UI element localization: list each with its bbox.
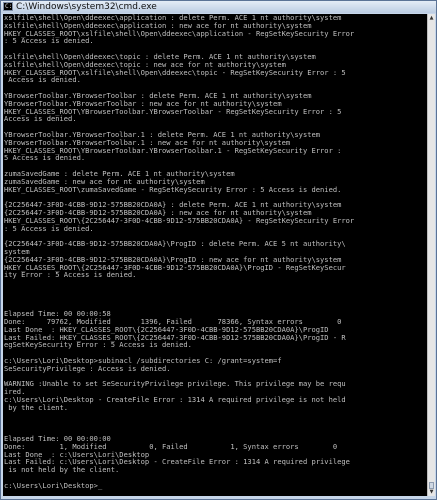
scroll-up-arrow-icon[interactable]: ▲ (428, 14, 435, 22)
console-text: xslfile\shell\Open\ddeexec\application :… (3, 14, 427, 490)
console-app-icon[interactable]: C:\ (3, 2, 16, 11)
title-bar[interactable]: C:\ C:\Windows\system32\cmd.exe (1, 1, 436, 13)
console-line: egSetKeySecurity Error : 5 Access is den… (4, 340, 192, 350)
console-line: HKEY_CLASSES_ROOT\zumaSavedGame - RegSet… (4, 184, 342, 194)
console-app-icon-text: C:\ (5, 3, 16, 10)
cmd-window: C:\ C:\Windows\system32\cmd.exe xslfile\… (0, 0, 437, 500)
window-title: C:\Windows\system32\cmd.exe (16, 2, 157, 12)
console-line: is not held by the client. (4, 465, 120, 475)
console-line: : 5 Access is denied. (4, 36, 94, 46)
console-line: by the client. (4, 402, 69, 412)
console-line: SeSecurityPrivilege : Access is denied. (4, 363, 171, 373)
console-line: c:\Users\Lori\Desktop>_ (4, 480, 103, 490)
console-line: ity Error : 5 Access is denied. (4, 270, 137, 280)
console-line: Access is denied. (4, 75, 81, 85)
vertical-scrollbar[interactable]: ▲ ▼ (427, 14, 435, 496)
scroll-down-arrow-icon[interactable]: ▼ (428, 488, 435, 496)
console-line: 5 Access is denied. (4, 153, 86, 163)
console-line: {2C256447-3F0D-4CBB-9D12-575BB20CDA0A}\P… (4, 239, 346, 249)
console-line: WARNING :Unable to set SeSecurityPrivile… (4, 379, 346, 389)
console-output-area[interactable]: xslfile\shell\Open\ddeexec\application :… (3, 14, 427, 496)
console-line: : 5 Access is denied. (4, 223, 94, 233)
console-line: Access is denied. (4, 114, 77, 124)
